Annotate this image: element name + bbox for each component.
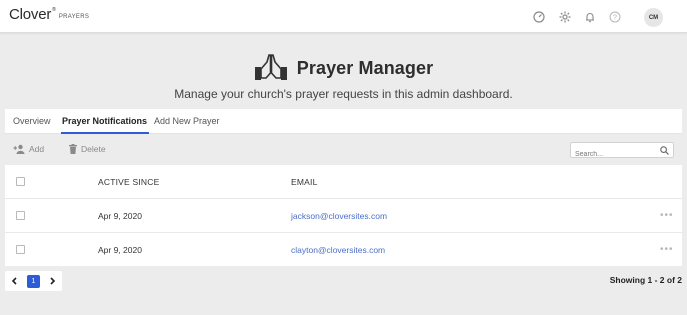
next-page-button[interactable] [48,276,58,286]
column-header-email[interactable]: EMAIL [291,177,318,187]
tab-overview[interactable]: Overview [13,116,51,126]
delete-button[interactable]: Delete [69,144,106,154]
trash-icon [69,144,77,154]
notifications-table: ACTIVE SINCE EMAIL Apr 9, 2020 jackson@c… [5,165,682,266]
chevron-right-icon [50,277,56,285]
dashboard-gauge-icon[interactable] [532,10,545,23]
add-person-icon [13,144,25,154]
svg-text:?: ? [613,14,617,21]
tab-add-new-prayer[interactable]: Add New Prayer [154,116,220,126]
results-count: Showing 1 - 2 of 2 [609,275,682,285]
row-checkbox[interactable] [16,245,25,254]
active-since-cell: Apr 9, 2020 [98,245,142,255]
email-link[interactable]: jackson@cloversites.com [291,211,387,221]
page-title: Prayer Manager [296,57,434,78]
table-header-row: ACTIVE SINCE EMAIL [5,165,682,199]
add-button-label: Add [29,144,45,154]
delete-button-label: Delete [81,144,106,154]
active-since-cell: Apr 9, 2020 [98,211,142,221]
brand-name: Clover [9,6,52,23]
brand-product-name: PRAYERS [58,14,90,20]
tab-bar: Overview Prayer Notifications Add New Pr… [5,109,682,134]
praying-hands-icon [254,54,287,80]
settings-gear-icon[interactable] [558,10,571,23]
page-number-button[interactable]: 1 [27,274,40,288]
row-more-options-icon[interactable]: ••• [660,210,674,221]
page-subtitle: Manage your church's prayer requests in … [174,87,513,101]
previous-page-button[interactable] [9,276,19,286]
email-link[interactable]: clayton@cloversites.com [291,245,385,255]
active-tab-indicator [61,132,149,134]
brand-registered-mark: ® [52,7,56,13]
help-icon[interactable]: ? [608,10,621,23]
select-all-checkbox[interactable] [16,177,25,186]
user-avatar[interactable]: CM [644,8,663,27]
column-header-active-since[interactable]: ACTIVE SINCE [98,177,159,187]
page-header: Prayer Manager [0,52,687,84]
brand-logo[interactable]: Clover ® PRAYERS [9,7,89,23]
table-toolbar: Add Delete [5,135,682,165]
search-icon[interactable] [660,146,669,155]
top-navigation-bar: Clover ® PRAYERS ? CM [0,0,687,33]
tab-prayer-notifications[interactable]: Prayer Notifications [62,116,147,126]
row-more-options-icon[interactable]: ••• [660,244,674,255]
search-input[interactable] [571,147,655,162]
row-checkbox[interactable] [16,211,25,220]
notification-bell-icon[interactable] [583,10,596,23]
add-button[interactable]: Add [13,144,44,154]
search-box [570,142,674,162]
pagination: 1 [5,271,62,291]
table-row: Apr 9, 2020 jackson@cloversites.com ••• [5,199,682,233]
chevron-left-icon [11,277,17,285]
table-row: Apr 9, 2020 clayton@cloversites.com ••• [5,233,682,267]
